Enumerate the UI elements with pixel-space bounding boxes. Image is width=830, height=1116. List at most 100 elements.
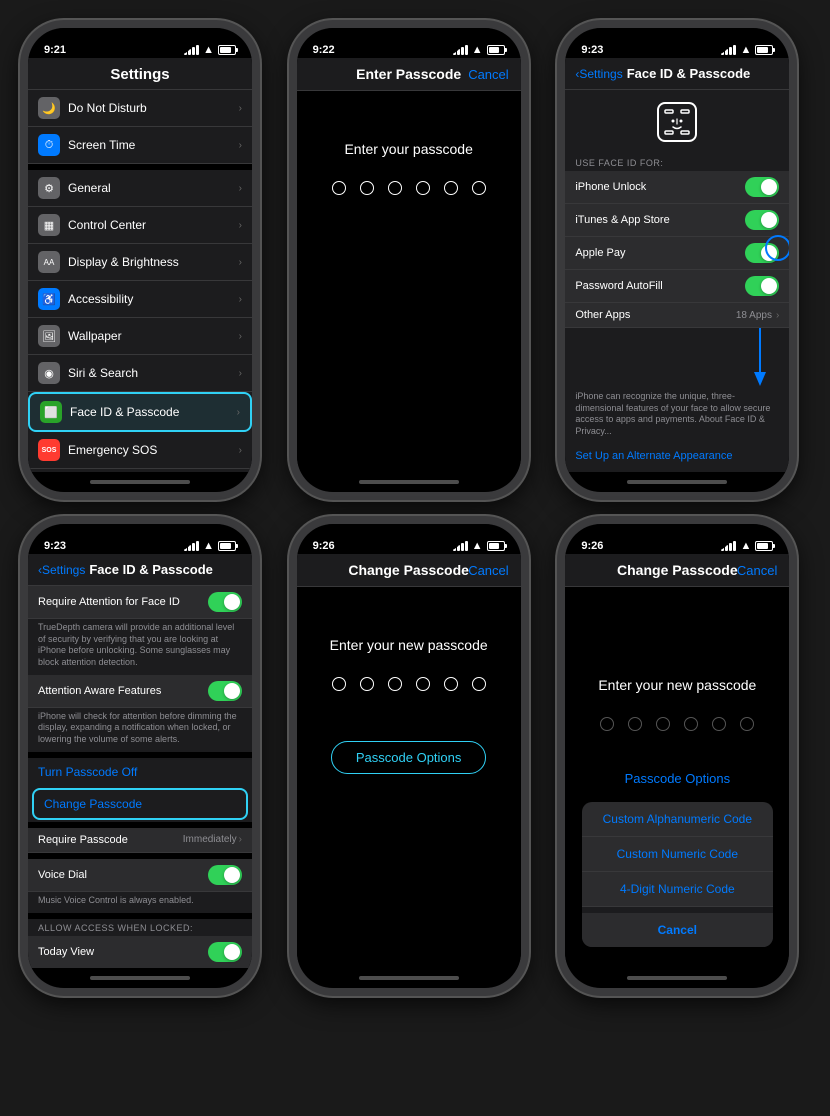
faceid-lower-title: Face ID & Passcode <box>89 562 213 577</box>
home-bar-1 <box>90 480 190 484</box>
siri-chevron: › <box>239 368 242 379</box>
change-passcode-btn[interactable]: Change Passcode <box>32 788 248 820</box>
faceid-icon-container <box>565 90 789 154</box>
bar3 <box>729 543 732 551</box>
change-passcode-cancel-btn[interactable]: Cancel <box>468 563 508 578</box>
bar4 <box>465 541 468 551</box>
faceid-screen: ‹ Settings Face ID & Passcode <box>565 58 789 472</box>
battery-3 <box>755 45 773 55</box>
voice-dial-row[interactable]: Voice Dial <box>28 859 252 892</box>
wifi-icon-6: ▲ <box>740 540 751 552</box>
phone-change-passcode-menu: 9:26 ▲ Change Passcode Cancel <box>557 516 797 996</box>
battery-tip-6 <box>773 544 775 548</box>
home-indicator-2 <box>297 472 521 492</box>
settings-screen: Settings 🌙 Do Not Disturb › ⏱ Screen Tim… <box>28 58 252 472</box>
dot-2 <box>360 181 374 195</box>
display-icon: AA <box>38 251 60 273</box>
require-attention-lower-row[interactable]: Require Attention for Face ID <box>28 586 252 619</box>
settings-item-screentime[interactable]: ⏱ Screen Time › <box>28 127 252 164</box>
passcode-options-btn[interactable]: Passcode Options <box>331 741 487 774</box>
settings-item-siri[interactable]: ◉ Siri & Search › <box>28 355 252 392</box>
screentime-label: Screen Time <box>68 138 239 152</box>
settings-item-wallpaper[interactable]: 🖼 Wallpaper › <box>28 318 252 355</box>
wifi-icon-1: ▲ <box>203 44 214 56</box>
passcode-cancel-btn[interactable]: Cancel <box>468 67 508 82</box>
bar4 <box>465 45 468 55</box>
battery-tip-5 <box>505 544 507 548</box>
custom-alphanumeric-option[interactable]: Custom Alphanumeric Code <box>582 802 772 837</box>
mdot-3 <box>656 717 670 731</box>
voice-dial-desc: Music Voice Control is always enabled. <box>28 892 252 913</box>
apple-pay-toggle[interactable] <box>745 243 779 263</box>
passcode-options-menu: Custom Alphanumeric Code Custom Numeric … <box>582 802 772 947</box>
settings-item-general[interactable]: ⚙ General › <box>28 170 252 207</box>
access-icon: ♿ <box>38 288 60 310</box>
change-passcode-screen: Change Passcode Cancel Enter your new pa… <box>297 554 521 968</box>
attention-aware-row[interactable]: Attention Aware Features <box>28 675 252 708</box>
home-bar-4 <box>90 976 190 980</box>
change-passcode-menu-cancel-btn[interactable]: Cancel <box>737 563 777 578</box>
setup-alternate-link[interactable]: Set Up an Alternate Appearance <box>565 444 789 468</box>
faceid-back-btn[interactable]: ‹ Settings <box>575 67 622 81</box>
password-autofill-toggle[interactable] <box>745 276 779 296</box>
dot-5 <box>444 181 458 195</box>
time-4: 9:23 <box>44 540 66 552</box>
dnd-chevron: › <box>239 103 242 114</box>
mdot-5 <box>712 717 726 731</box>
iphone-unlock-row[interactable]: iPhone Unlock <box>565 171 789 204</box>
battery-4 <box>218 541 236 551</box>
notch-3 <box>622 28 732 56</box>
settings-item-donotdisturb[interactable]: 🌙 Do Not Disturb › <box>28 90 252 127</box>
custom-numeric-option[interactable]: Custom Numeric Code <box>582 837 772 872</box>
battery-fill-2 <box>489 47 500 53</box>
other-apps-row[interactable]: Other Apps 18 Apps › <box>565 303 789 328</box>
faceid-icon: ⬜ <box>40 401 62 423</box>
general-label: General <box>68 181 239 195</box>
general-icon: ⚙ <box>38 177 60 199</box>
password-autofill-row[interactable]: Password AutoFill <box>565 270 789 303</box>
four-digit-option[interactable]: 4-Digit Numeric Code <box>582 872 772 907</box>
time-5: 9:26 <box>313 540 335 552</box>
today-view-label: Today View <box>38 946 208 958</box>
attention-aware-toggle[interactable] <box>208 681 242 701</box>
display-chevron: › <box>239 257 242 268</box>
phone-face-id-lower: 9:23 ▲ ‹ Settings Face ID & Passcode <box>20 516 260 996</box>
require-passcode-label: Require Passcode <box>38 834 183 846</box>
faceid-lower-back-btn[interactable]: ‹ Settings <box>38 563 85 577</box>
today-view-row[interactable]: Today View <box>28 936 252 969</box>
phones-grid: 9:21 ▲ Settings 🌙 Do No <box>20 20 810 996</box>
faceid-lower-screen: ‹ Settings Face ID & Passcode Require At… <box>28 554 252 968</box>
faceid-description: iPhone can recognize the unique, three-d… <box>565 388 789 444</box>
bar4 <box>196 45 199 55</box>
apple-pay-row[interactable]: Apple Pay <box>565 237 789 270</box>
menu-cancel-btn[interactable]: Cancel <box>582 907 772 947</box>
faceid-content: USE FACE ID FOR: iPhone Unlock iTunes & … <box>565 90 789 472</box>
home-indicator-6 <box>565 968 789 988</box>
iphone-unlock-toggle[interactable] <box>745 177 779 197</box>
settings-item-sos[interactable]: SOS Emergency SOS › <box>28 432 252 469</box>
dnd-icon: 🌙 <box>38 97 60 119</box>
require-passcode-row[interactable]: Require Passcode Immediately › <box>28 828 252 853</box>
itunes-appstore-toggle[interactable] <box>745 210 779 230</box>
settings-item-accessibility[interactable]: ♿ Accessibility › <box>28 281 252 318</box>
settings-item-display[interactable]: AA Display & Brightness › <box>28 244 252 281</box>
settings-item-faceid[interactable]: ⬜ Face ID & Passcode › <box>28 392 252 432</box>
today-view-toggle[interactable] <box>208 942 242 962</box>
require-attention-lower-toggle[interactable] <box>208 592 242 612</box>
attention-aware-label: Attention Aware Features <box>38 685 208 697</box>
wifi-icon-4: ▲ <box>203 540 214 552</box>
change-passcode-body: Enter your new passcode Passcode Options <box>297 587 521 968</box>
battery-tip-4 <box>236 544 238 548</box>
bar4 <box>196 541 199 551</box>
voice-dial-toggle[interactable] <box>208 865 242 885</box>
change-passcode-menu-title: Change Passcode <box>617 562 738 578</box>
turn-passcode-off-btn[interactable]: Turn Passcode Off <box>28 758 252 786</box>
faceid-header: ‹ Settings Face ID & Passcode <box>565 58 789 90</box>
itunes-appstore-row[interactable]: iTunes & App Store <box>565 204 789 237</box>
cc-icon: ▦ <box>38 214 60 236</box>
settings-item-controlcenter[interactable]: ▦ Control Center › <box>28 207 252 244</box>
change-passcode-menu-prompt: Enter your new passcode <box>598 677 756 693</box>
settings-list: 🌙 Do Not Disturb › ⏱ Screen Time › ⚙ Gen… <box>28 90 252 472</box>
itunes-appstore-label: iTunes & App Store <box>575 214 745 226</box>
settings-item-battery[interactable]: 🔋 Battery › <box>28 469 252 472</box>
